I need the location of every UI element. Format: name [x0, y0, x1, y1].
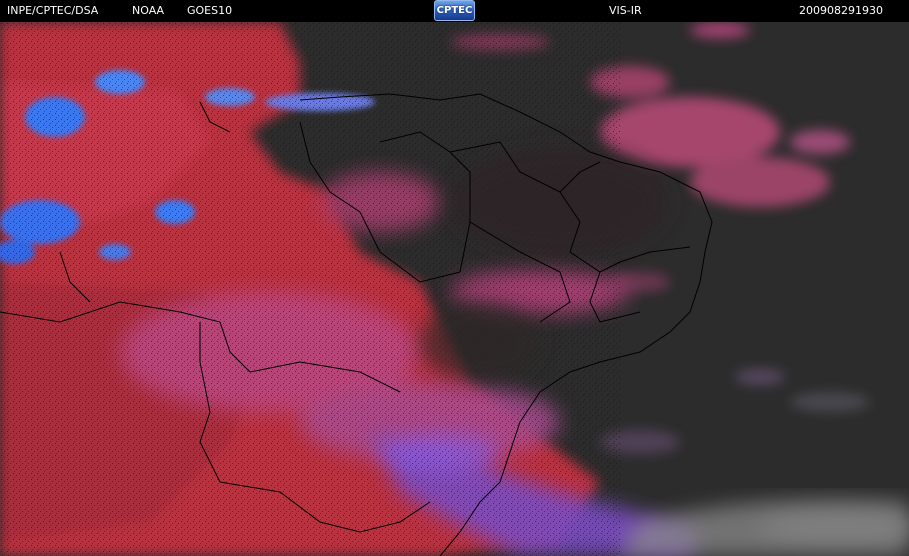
header-satellite: GOES10 — [187, 4, 233, 17]
texture-speckle — [0, 22, 620, 556]
header-channel: VIS-IR — [609, 4, 642, 17]
cptec-logo-text: CPTEC — [436, 5, 473, 16]
satellite-image — [0, 22, 909, 556]
cptec-logo: CPTEC — [434, 0, 475, 21]
header-agency: NOAA — [132, 4, 165, 17]
header-timestamp: 200908291930 — [799, 4, 883, 17]
satellite-image-canvas — [0, 22, 909, 556]
header-organization: INPE/CPTEC/DSA — [7, 4, 99, 17]
